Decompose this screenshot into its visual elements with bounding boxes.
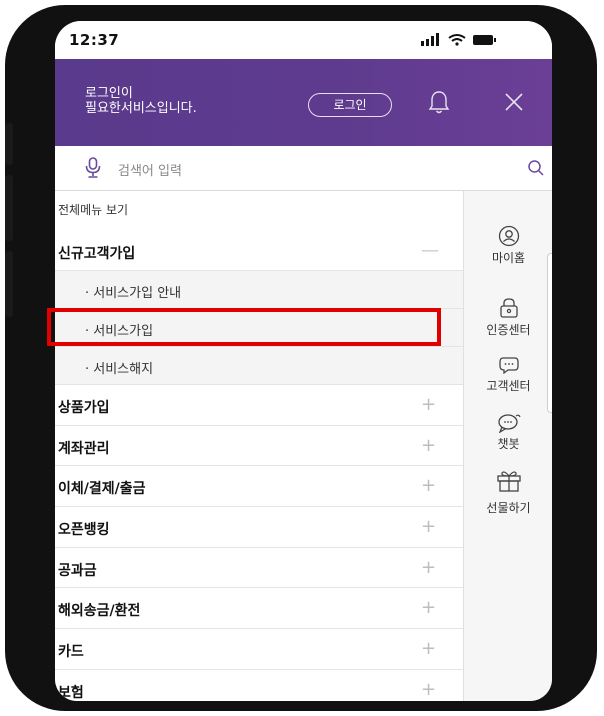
side-button <box>5 123 13 165</box>
search-icon[interactable] <box>527 159 545 177</box>
login-button[interactable]: 로그인 <box>308 93 392 117</box>
side-item-customer-center[interactable]: 고객센터 <box>464 355 552 394</box>
close-icon[interactable] <box>504 92 524 112</box>
all-menu-label: 전체메뉴 보기 <box>58 203 129 217</box>
side-item-label: 마이홈 <box>491 251 526 265</box>
user-icon <box>498 225 519 247</box>
bell-icon[interactable] <box>428 89 450 115</box>
menu-category-label: 해외송금/환전 <box>58 603 141 619</box>
menu-category-open-banking[interactable]: 오픈뱅킹 + <box>55 507 463 548</box>
side-item-label: 선물하기 <box>486 501 531 515</box>
side-item-auth-center[interactable]: 인증센터 <box>464 297 552 338</box>
menu-category-utilities[interactable]: 공과금 + <box>55 548 463 588</box>
menu-category-new-customer[interactable]: 신규고객가입 — <box>55 231 463 271</box>
menu-category-insurance[interactable]: 보험 + <box>55 670 463 701</box>
volume-down-button <box>5 251 13 317</box>
volume-up-button <box>5 175 13 241</box>
search-bar[interactable]: 검색어 입력 <box>55 146 552 191</box>
phone-screen: 12:37 로그인이 필요한서비스입니다. 로그인 검색어 입력 전체메뉴 보기… <box>55 21 552 701</box>
submenu-item-label: · 서비스가입 안내 <box>85 286 182 301</box>
menu-category-products[interactable]: 상품가입 + <box>55 385 463 426</box>
side-item-label: 챗봇 <box>497 437 520 451</box>
menu-category-label: 상품가입 <box>58 400 110 416</box>
menu-category-label: 카드 <box>58 644 84 660</box>
scroll-handle[interactable] <box>547 253 552 413</box>
login-header: 로그인이 필요한서비스입니다. 로그인 <box>55 59 552 146</box>
expand-icon[interactable]: + <box>421 679 436 700</box>
menu-category-label: 신규고객가입 <box>58 246 136 262</box>
submenu-item-service-guide[interactable]: · 서비스가입 안내 <box>55 271 463 309</box>
expand-icon[interactable]: + <box>421 638 436 659</box>
status-time: 12:37 <box>69 31 120 49</box>
side-item-chatbot[interactable]: 챗봇 <box>464 413 552 452</box>
expand-icon[interactable]: + <box>421 557 436 578</box>
all-menu-header: 전체메뉴 보기 <box>55 191 463 231</box>
search-input[interactable]: 검색어 입력 <box>118 160 182 179</box>
expand-icon[interactable]: + <box>421 475 436 496</box>
gift-icon <box>496 471 521 492</box>
signal-wifi-battery-icon <box>421 33 496 46</box>
login-message-line-2: 필요한서비스입니다. <box>85 101 197 116</box>
menu-category-label: 공과금 <box>58 563 97 579</box>
side-item-label: 고객센터 <box>486 379 531 393</box>
lock-icon <box>499 298 518 318</box>
chatbot-icon <box>497 414 521 433</box>
expand-icon[interactable]: + <box>421 394 436 415</box>
side-item-label: 인증센터 <box>486 323 531 337</box>
side-item-my-home[interactable]: 마이홈 <box>464 225 552 266</box>
expand-icon[interactable]: + <box>421 435 436 456</box>
highlight-box <box>47 308 441 346</box>
side-item-gift[interactable]: 선물하기 <box>464 469 552 516</box>
chat-bubble-icon <box>498 357 519 375</box>
submenu-item-label: · 서비스해지 <box>85 362 154 377</box>
menu-category-label: 이체/결제/출금 <box>58 481 146 497</box>
menu-category-transfer[interactable]: 이체/결제/출금 + <box>55 466 463 507</box>
microphone-icon[interactable] <box>85 157 101 179</box>
expand-icon[interactable]: + <box>421 597 436 618</box>
main-menu: 전체메뉴 보기 신규고객가입 — · 서비스가입 안내 · 서비스가입 · 서비… <box>55 191 463 701</box>
menu-category-accounts[interactable]: 계좌관리 + <box>55 426 463 466</box>
menu-category-overseas-remittance[interactable]: 해외송금/환전 + <box>55 588 463 629</box>
menu-category-label: 계좌관리 <box>58 441 110 457</box>
login-message-line-1: 로그인이 <box>85 86 133 101</box>
menu-category-label: 보험 <box>58 685 84 701</box>
expand-icon[interactable]: + <box>421 516 436 537</box>
collapse-icon[interactable]: — <box>421 240 439 261</box>
menu-category-label: 오픈뱅킹 <box>58 522 110 538</box>
menu-category-card[interactable]: 카드 + <box>55 629 463 670</box>
submenu-item-service-cancel[interactable]: · 서비스해지 <box>55 347 463 385</box>
quick-side-menu: 마이홈 인증센터 고객센터 챗봇 선물하기 <box>463 191 552 701</box>
status-bar: 12:37 <box>55 21 552 59</box>
login-required-message: 로그인이 필요한서비스입니다. <box>85 86 197 116</box>
